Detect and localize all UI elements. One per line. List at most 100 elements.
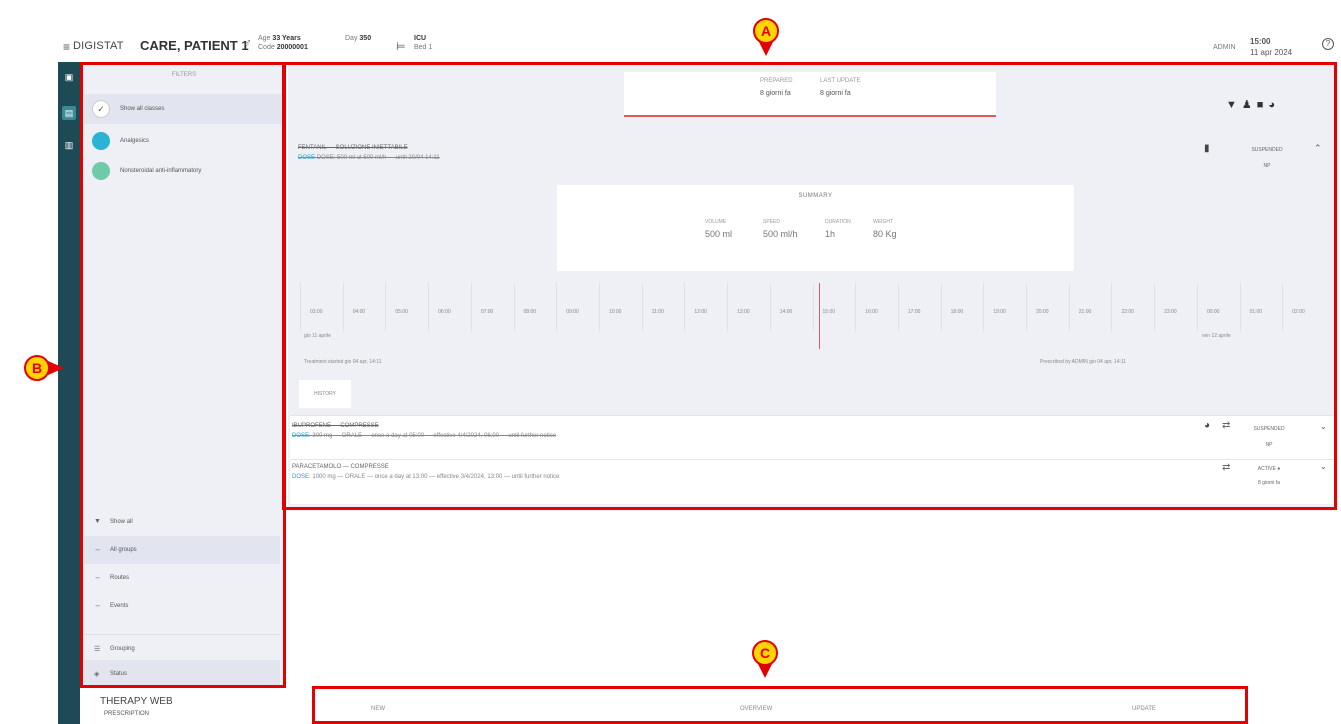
therapy-status[interactable]: ACTIVE ● 8 giorni fa [1246, 466, 1292, 486]
timeline-hour-cell [556, 283, 599, 331]
swap-icon[interactable]: ⇄ [1222, 462, 1230, 473]
timeline-hour-cell [598, 283, 642, 331]
therapy-status[interactable]: SUSPENDED NP [1246, 426, 1292, 448]
clock: 15:00 11 apr 2024 [1250, 37, 1293, 57]
clock-icon[interactable]: ◕ [1204, 420, 1210, 431]
prescription-icon[interactable]: ▤ [62, 106, 76, 120]
clock-icon[interactable]: ◕ [1268, 99, 1280, 111]
filter-analgesics[interactable]: Analgesics [84, 126, 284, 156]
therapy-row[interactable]: IBUPROFENE — COMPRESSE DOSE: 300 mg — OR… [290, 415, 1335, 459]
option-routes[interactable]: ↔ Routes [84, 564, 280, 592]
pill-icon[interactable]: ▥ [62, 138, 76, 152]
summary-weight: WEIGHT 80 Kg [873, 219, 897, 239]
timeline-hour-label: 14:00 [779, 309, 793, 315]
chevron-down-icon[interactable]: ⌄ [1320, 462, 1327, 471]
chevron-down-icon[interactable]: ⌄ [1320, 422, 1327, 431]
option-status[interactable]: ◈ Status [84, 660, 280, 688]
help-icon[interactable]: ? [1322, 38, 1334, 50]
administration-timeline[interactable]: 03:00 04:00 05:00 06:00 07:00 08:00 09:00 10:00… [300, 283, 1325, 349]
option-grouping[interactable]: ☰ Grouping [84, 634, 280, 662]
timeline-date-left: gio 11 aprile [304, 333, 331, 339]
summary-speed: SPEED 500 ml/h [763, 219, 798, 239]
timeline-hour-cell [385, 283, 428, 331]
bell-icon[interactable]: ♟ [1242, 99, 1257, 111]
check-icon: ✓ [92, 100, 110, 118]
therapy-detail: 1000 mg — ORALE — once a day at 13:00 — … [312, 474, 560, 480]
timeline-hour-label: 20:00 [1036, 309, 1049, 315]
overview-button[interactable]: OVERVIEW [740, 706, 772, 712]
update-button[interactable]: UPDATE [1132, 706, 1156, 712]
new-button[interactable]: NEW [371, 706, 385, 712]
timeline-hour-label: 12:00 [694, 309, 707, 315]
treatment-started: Treatment started gio 04 apr, 14:11 [304, 359, 382, 365]
command-bar: NEW OVERVIEW UPDATE [316, 688, 1246, 724]
timeline-hour-cell [769, 283, 813, 331]
chevron-up-icon[interactable]: ⌃ [1314, 143, 1322, 154]
therapy-row[interactable]: PARACETAMOLO — COMPRESSE DOSE: 1000 mg —… [290, 459, 1335, 504]
timeline-hour-cell [897, 283, 941, 331]
timeline-hour-cell [855, 283, 898, 331]
timeline-hour-cell [727, 283, 770, 331]
timeline-hour-label: 13:00 [737, 309, 750, 315]
timeline-hour-label: 19:00 [993, 309, 1006, 315]
patient-age: Age 33 Years Code 20000001 [258, 35, 308, 51]
summary-duration: DURATION 1h [825, 219, 851, 239]
filter-icon[interactable]: ▼ [1226, 99, 1242, 111]
menu-icon[interactable]: ≡ [63, 40, 70, 54]
marker-b: B [24, 355, 50, 381]
status-icon: ◈ [94, 671, 100, 678]
patient-day: Day 350 [345, 35, 372, 42]
app-header: ≡ DIGISTAT CARE, PATIENT 1 ♂ Age 33 Year… [0, 0, 1341, 62]
user-name[interactable]: ADMIN [1213, 44, 1236, 51]
timeline-hour-label: 02:00 [1292, 309, 1305, 315]
filters-panel: FILTERS ✓ Show all classes Analgesics No… [84, 64, 284, 688]
bed-icon: ⊨ [396, 41, 406, 53]
timeline-hour-label: 11:00 [651, 309, 664, 315]
therapy-status[interactable]: SUSPENDED NP [1244, 147, 1290, 169]
app-name: DIGISTAT [73, 40, 124, 52]
therapy-name: PARACETAMOLO — COMPRESSE [292, 464, 389, 470]
patient-name[interactable]: CARE, PATIENT 1 [140, 38, 249, 53]
filter-nsaid[interactable]: Nonsteroidal anti-inflammatory [84, 156, 284, 186]
prescribed-by: Prescribed by ADMIN gio 04 apr, 14:11 [1040, 359, 1127, 365]
prepared-info: PREPARED 8 giorni fa [760, 78, 793, 97]
filters-title: FILTERS [171, 72, 197, 78]
clipboard-icon[interactable]: ▣ [62, 70, 76, 84]
timeline-hour-label: 09:00 [566, 309, 579, 315]
timeline-hour-cell [983, 283, 1026, 331]
clipboard-icon[interactable]: ▮ [1204, 143, 1210, 154]
timeline-hour-cell [1111, 283, 1154, 331]
therapy-detail: DOSE: 500 ml at 500 ml/h — until 20/04 1… [316, 155, 440, 161]
summary-card: SUMMARY VOLUME 500 ml SPEED 500 ml/h DUR… [557, 185, 1074, 271]
arrows-icon: ↔ [94, 574, 101, 581]
arrows-icon: ↔ [94, 546, 101, 553]
timeline-hour-cell [1026, 283, 1069, 331]
main-toolbar: ▼♟■◕ [1226, 98, 1280, 111]
timeline-hour-label: 00:00 [1206, 309, 1220, 315]
option-show-all[interactable]: ▼ Show all [84, 508, 280, 536]
arrows-icon: ↔ [94, 602, 101, 609]
timeline-hour-cell [1196, 283, 1240, 331]
timeline-hour-label: 16:00 [865, 309, 878, 315]
timeline-hour-cell [812, 283, 856, 331]
option-events[interactable]: ↔ Events [84, 592, 280, 620]
print-icon[interactable]: ■ [1257, 99, 1269, 111]
marker-b-pin [48, 361, 64, 375]
swap-icon[interactable]: ⇄ [1222, 420, 1230, 431]
timeline-hour-label: 06:00 [438, 309, 451, 315]
timeline-hour-label: 21:00 [1078, 309, 1092, 315]
timeline-hour-cell [428, 283, 471, 331]
option-all-groups[interactable]: ↔ All groups [84, 536, 280, 564]
last-update-info: LAST UPDATE 8 giorni fa [820, 78, 861, 97]
history-button[interactable]: HISTORY [299, 380, 351, 408]
timeline-hour-label: 05:00 [395, 309, 408, 315]
timeline-date-right: ven 12 aprile [1202, 333, 1231, 339]
module-sidebar: ▣ ▤ ▥ [58, 62, 80, 724]
timeline-hour-cell [300, 283, 343, 331]
grouping-icon: ☰ [94, 646, 101, 653]
therapy-row-expanded[interactable]: FENTANIL — SOLUZIONE INIETTABILE DOSE DO… [290, 139, 1335, 177]
module-title: THERAPY WEB [100, 696, 173, 707]
timeline-hour-cell [1154, 283, 1197, 331]
timeline-hour-label: 03:00 [310, 309, 323, 315]
filter-show-all-classes[interactable]: ✓ Show all classes [84, 94, 284, 124]
